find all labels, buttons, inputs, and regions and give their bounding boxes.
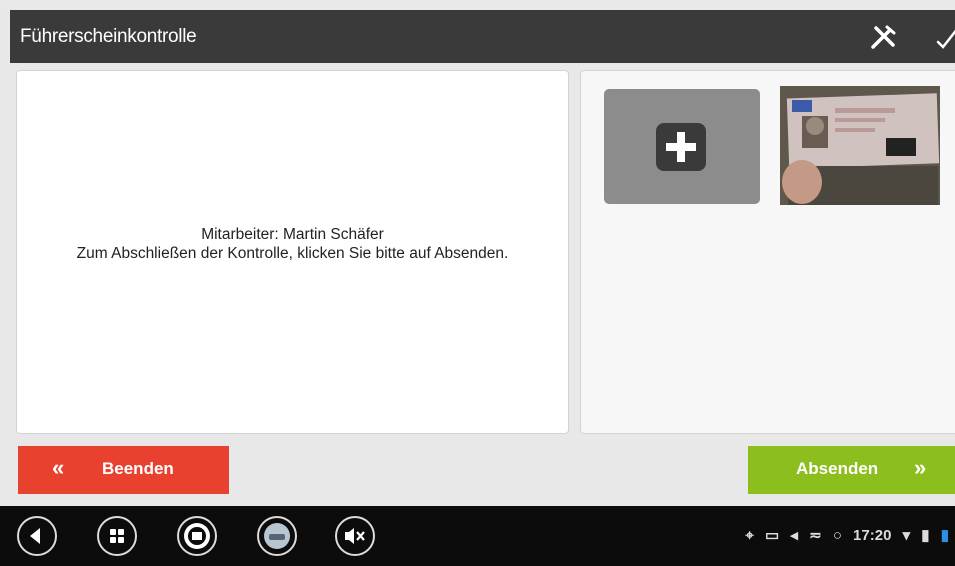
- add-photo-button[interactable]: [604, 89, 760, 204]
- back-icon[interactable]: [17, 516, 57, 556]
- send-icon: ◂: [790, 527, 798, 544]
- license-photo-thumbnail[interactable]: [780, 86, 940, 205]
- wifi-icon: ▾: [902, 527, 911, 544]
- signal-icon: ▮: [921, 527, 930, 544]
- location-icon: ⌖: [745, 527, 754, 544]
- plus-icon: [656, 123, 706, 171]
- navigation-car-icon[interactable]: [257, 516, 297, 556]
- usb-icon: ≂: [809, 527, 822, 544]
- battery-icon: ▮: [940, 527, 949, 544]
- image-icon: ▭: [765, 527, 780, 544]
- system-nav-bar: ⌖ ▭ ◂ ≂ ○ 17:20 ▾ ▮ ▮: [0, 506, 955, 566]
- apps-icon[interactable]: [97, 516, 137, 556]
- send-button[interactable]: Absenden »: [748, 446, 955, 494]
- end-button[interactable]: « Beenden: [18, 446, 229, 494]
- info-panel: Mitarbeiter: Martin Schäfer Zum Abschlie…: [16, 70, 569, 434]
- clock-time: 17:20: [853, 527, 892, 544]
- sync-icon: ○: [832, 527, 842, 544]
- double-chevron-right-icon: »: [914, 455, 927, 480]
- status-area: ⌖ ▭ ◂ ≂ ○ 17:20 ▾ ▮ ▮: [738, 526, 949, 544]
- speed-limit-icon[interactable]: [177, 516, 217, 556]
- app-header: Führerscheinkontrolle: [10, 10, 955, 63]
- tools-icon[interactable]: [868, 22, 898, 52]
- page-title: Führerscheinkontrolle: [20, 26, 197, 47]
- end-button-label: Beenden: [102, 459, 174, 478]
- info-message: Mitarbeiter: Martin Schäfer Zum Abschlie…: [17, 225, 568, 263]
- double-chevron-left-icon: «: [52, 455, 65, 480]
- top-frame: [0, 0, 955, 10]
- mute-icon[interactable]: [335, 516, 375, 556]
- instruction-line: Zum Abschließen der Kontrolle, klicken S…: [76, 245, 509, 262]
- employee-line: Mitarbeiter: Martin Schäfer: [201, 226, 384, 243]
- check-icon[interactable]: [932, 22, 955, 52]
- send-button-label: Absenden: [796, 459, 879, 478]
